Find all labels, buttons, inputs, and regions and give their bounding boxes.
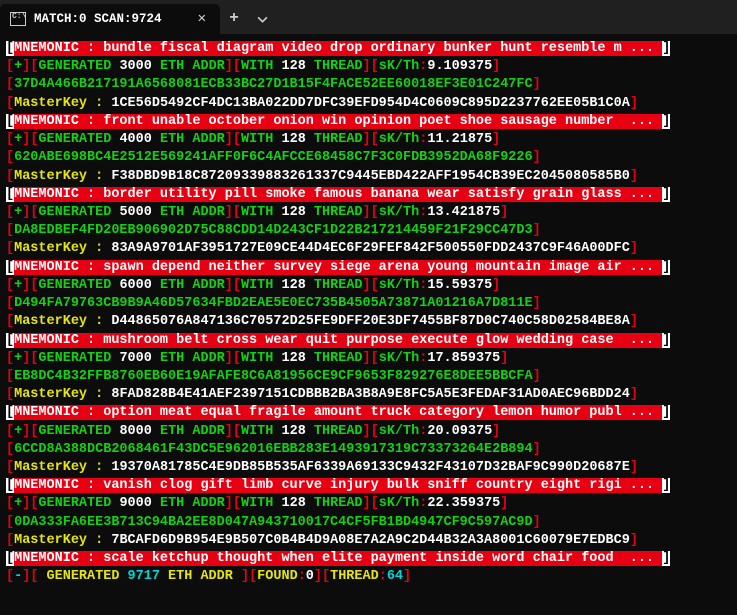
mnemonic-line: [MNEMONIC : option meat equal fragile am… [6,404,731,422]
generated-line: [+][GENERATED 7000 ETH ADDR][WITH 128 TH… [6,350,731,368]
tab-title: MATCH:0 SCAN:9724 [34,11,186,28]
terminal-icon: C:\ [10,12,26,26]
masterkey-line: [MasterKey : 83A9A9701AF3951727E09CE44D4… [6,240,731,258]
generated-line: [+][GENERATED 9000 ETH ADDR][WITH 128 TH… [6,495,731,513]
tab-bar: C:\ MATCH:0 SCAN:9724 ✕ + [0,0,737,34]
seed-line: [EB8DC4B32FFB8760EB60E19AFAFE8C6A81956CE… [6,368,731,386]
mnemonic-line: [MNEMONIC : vanish clog gift limb curve … [6,477,731,495]
seed-line: [DA8EDBEF4FD20EB906902D75C88CDD14D243CF1… [6,222,731,240]
seed-line: [620ABE698BC4E2512E569241AFF0F6C4AFCCE68… [6,149,731,167]
generated-line: [+][GENERATED 5000 ETH ADDR][WITH 128 TH… [6,204,731,222]
masterkey-line: [MasterKey : 8FAD828B4E41AEF2397151CDBBB… [6,386,731,404]
close-icon[interactable]: ✕ [194,10,210,29]
mnemonic-line: [MNEMONIC : border utility pill smoke fa… [6,186,731,204]
mnemonic-line: [MNEMONIC : front unable october onion w… [6,113,731,131]
generated-line: [+][GENERATED 4000 ETH ADDR][WITH 128 TH… [6,131,731,149]
generated-line: [+][GENERATED 3000 ETH ADDR][WITH 128 TH… [6,58,731,76]
masterkey-line: [MasterKey : 7BCAFD6D9B954E9B507C0B4B4D9… [6,532,731,550]
seed-line: [6CCD8A388DCB2068461F43DC5E962016EBB283E… [6,441,731,459]
terminal-output: [MNEMONIC : bundle fiscal diagram video … [0,34,737,593]
masterkey-line: [MasterKey : 1CE56D5492CF4DC13BA022DD7DF… [6,95,731,113]
tab-dropdown-button[interactable] [248,4,276,34]
new-tab-button[interactable]: + [220,4,248,34]
mnemonic-line: [MNEMONIC : scale ketchup thought when e… [6,550,731,568]
generated-line: [+][GENERATED 8000 ETH ADDR][WITH 128 TH… [6,423,731,441]
seed-line: [D494FA79763CB9B9A46D57634FBD2EAE5E0EC73… [6,295,731,313]
masterkey-line: [MasterKey : D44865076A847136C70572D25FE… [6,313,731,331]
seed-line: [0DA333FA6EE3B713C94BA2EE8D047A943710017… [6,514,731,532]
mnemonic-line: [MNEMONIC : bundle fiscal diagram video … [6,40,731,58]
generated-line: [+][GENERATED 6000 ETH ADDR][WITH 128 TH… [6,277,731,295]
tab-active[interactable]: C:\ MATCH:0 SCAN:9724 ✕ [0,4,220,34]
masterkey-line: [MasterKey : 19370A81785C4E9DB85B535AF63… [6,459,731,477]
masterkey-line: [MasterKey : F38DBD9B18C8720933988326133… [6,168,731,186]
seed-line: [37D4A466B217191A6568081ECB33BC27D1B15F4… [6,76,731,94]
mnemonic-line: [MNEMONIC : spawn depend neither survey … [6,259,731,277]
status-line: [-][ GENERATED 9717 ETH ADDR ][FOUND:0][… [6,568,731,586]
chevron-down-icon [257,14,268,25]
mnemonic-line: [MNEMONIC : mushroom belt cross wear qui… [6,332,731,350]
